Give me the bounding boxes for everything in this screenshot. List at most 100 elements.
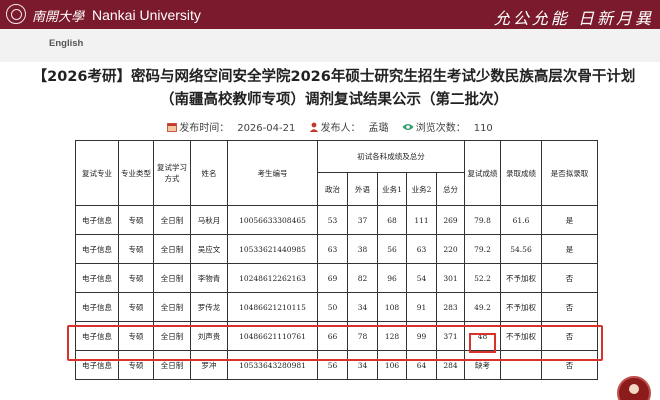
cell-name: 李物青 bbox=[190, 263, 228, 293]
cell-admit: 否 bbox=[541, 263, 598, 293]
cell-politics: 50 bbox=[317, 292, 348, 322]
cell-politics: 56 bbox=[317, 350, 348, 380]
cell-total: 220 bbox=[436, 234, 465, 264]
cell-total: 371 bbox=[436, 321, 465, 351]
header-prelim-group: 初试各科成绩及总分 bbox=[317, 140, 465, 173]
cell-interview: 52.2 bbox=[464, 263, 501, 293]
cell-subject2: 99 bbox=[406, 321, 437, 351]
site-header: 南開大學 Nankai University 允公允能 日新月異 bbox=[0, 0, 660, 29]
cell-subject1: 96 bbox=[377, 263, 407, 293]
cell-subject2: 64 bbox=[406, 350, 437, 380]
cell-subject2: 63 bbox=[406, 234, 437, 264]
publish-time: 发布时间： 2026-04-21 bbox=[167, 119, 295, 134]
cell-foreign: 34 bbox=[347, 350, 378, 380]
cell-type: 专硕 bbox=[118, 234, 154, 264]
cell-type: 专硕 bbox=[118, 263, 154, 293]
cell-admission-score: 54.56 bbox=[500, 234, 542, 264]
cell-type: 专硕 bbox=[118, 292, 154, 322]
calendar-icon bbox=[167, 123, 178, 132]
table-row: 电子信息 专硕 全日制 马秋月 10056633308465 53 37 68 111 269 79… bbox=[75, 205, 598, 235]
cell-exam-id: 10533621440985 bbox=[227, 234, 318, 264]
header-name: 姓名 bbox=[190, 140, 228, 206]
header-admit: 是否拟录取 bbox=[541, 140, 598, 206]
cell-exam-id: 10486621110761 bbox=[227, 321, 318, 351]
logo-english-text[interactable]: Nankai University bbox=[92, 7, 201, 23]
university-motto: 允公允能 日新月異 bbox=[493, 9, 654, 28]
view-count: 浏览次数： 110 bbox=[402, 119, 493, 134]
cell-admit: 否 bbox=[541, 350, 598, 380]
cell-admission-score: 不予加权 bbox=[500, 321, 542, 351]
cell-type: 专硕 bbox=[118, 350, 154, 380]
cell-total: 269 bbox=[436, 205, 465, 235]
cell-subject2: 54 bbox=[406, 263, 437, 293]
cell-politics: 66 bbox=[317, 321, 348, 351]
cell-major: 电子信息 bbox=[75, 292, 119, 322]
cell-name: 马秋月 bbox=[190, 205, 228, 235]
header-mode: 复试学习方式 bbox=[153, 140, 191, 206]
cell-major: 电子信息 bbox=[75, 321, 119, 351]
cell-name: 罗冲 bbox=[190, 350, 228, 380]
eye-icon bbox=[402, 124, 414, 130]
cell-type: 专硕 bbox=[118, 321, 154, 351]
cell-interview: 79.8 bbox=[464, 205, 501, 235]
cell-politics: 53 bbox=[317, 205, 348, 235]
publish-label: 发布时间： bbox=[179, 123, 230, 134]
cell-subject1: 108 bbox=[377, 292, 407, 322]
cell-admit: 否 bbox=[541, 321, 598, 351]
person-icon bbox=[309, 122, 318, 132]
cell-name: 吴应文 bbox=[190, 234, 228, 264]
cell-interview: 79.2 bbox=[464, 234, 501, 264]
language-bar: English bbox=[0, 29, 660, 62]
cell-total: 283 bbox=[436, 292, 465, 322]
university-seal-icon[interactable] bbox=[6, 4, 26, 24]
results-table: 复试专业 专业类型 复试学习方式 姓名 考生编号 初试各科成绩及总分 复试成绩 … bbox=[75, 140, 598, 380]
cell-mode: 全日制 bbox=[153, 263, 191, 293]
cell-subject1: 128 bbox=[377, 321, 407, 351]
cell-interview: 缺考 bbox=[464, 350, 501, 380]
cell-mode: 全日制 bbox=[153, 321, 191, 351]
header-subject2: 业务2 bbox=[406, 172, 437, 206]
views-label: 浏览次数： bbox=[415, 123, 466, 134]
cell-admission-score bbox=[500, 350, 542, 380]
table-row: 电子信息 专硕 全日制 李物青 10248612262163 69 82 96 54 301 52.… bbox=[75, 263, 598, 293]
cell-admit: 是 bbox=[541, 234, 598, 264]
header-interview: 复试成绩 bbox=[464, 140, 501, 206]
english-link[interactable]: English bbox=[49, 38, 83, 49]
cell-exam-id: 10248612262163 bbox=[227, 263, 318, 293]
cell-politics: 69 bbox=[317, 263, 348, 293]
cell-mode: 全日制 bbox=[153, 205, 191, 235]
cell-subject2: 91 bbox=[406, 292, 437, 322]
table-row: 电子信息 专硕 全日制 罗传龙 10486621210115 50 34 108 91 283 49… bbox=[75, 292, 598, 322]
header-politics: 政治 bbox=[317, 172, 348, 206]
cell-subject1: 68 bbox=[377, 205, 407, 235]
cell-mode: 全日制 bbox=[153, 234, 191, 264]
header-major: 复试专业 bbox=[75, 140, 119, 206]
author-label: 发布人： bbox=[320, 123, 361, 134]
floating-helper-avatar[interactable] bbox=[617, 376, 651, 400]
cell-major: 电子信息 bbox=[75, 263, 119, 293]
cell-foreign: 82 bbox=[347, 263, 378, 293]
cell-exam-id: 10056633308465 bbox=[227, 205, 318, 235]
cell-admission-score: 不予加权 bbox=[500, 292, 542, 322]
cell-subject2: 111 bbox=[406, 205, 437, 235]
header-subject1: 业务1 bbox=[377, 172, 407, 206]
publisher: 发布人： 孟璐 bbox=[309, 119, 389, 134]
cell-admission-score: 不予加权 bbox=[500, 263, 542, 293]
views-count: 110 bbox=[473, 123, 493, 134]
cell-foreign: 78 bbox=[347, 321, 378, 351]
cell-major: 电子信息 bbox=[75, 234, 119, 264]
cell-mode: 全日制 bbox=[153, 292, 191, 322]
header-total: 总分 bbox=[436, 172, 465, 206]
cell-interview: 49.2 bbox=[464, 292, 501, 322]
publish-date: 2026-04-21 bbox=[237, 123, 296, 134]
logo-chinese-text[interactable]: 南開大學 bbox=[32, 6, 84, 25]
cell-exam-id: 10533643280981 bbox=[227, 350, 318, 380]
header-admission-score: 录取成绩 bbox=[500, 140, 542, 206]
cell-type: 专硕 bbox=[118, 205, 154, 235]
cell-name: 罗传龙 bbox=[190, 292, 228, 322]
cell-name: 刘声贵 bbox=[190, 321, 228, 351]
cell-exam-id: 10486621210115 bbox=[227, 292, 318, 322]
article-title: 【2026考研】密码与网络空间安全学院2026年硕士研究生招生考试少数民族高层次… bbox=[32, 69, 636, 108]
author-name: 孟璐 bbox=[368, 123, 389, 134]
cell-mode: 全日制 bbox=[153, 350, 191, 380]
